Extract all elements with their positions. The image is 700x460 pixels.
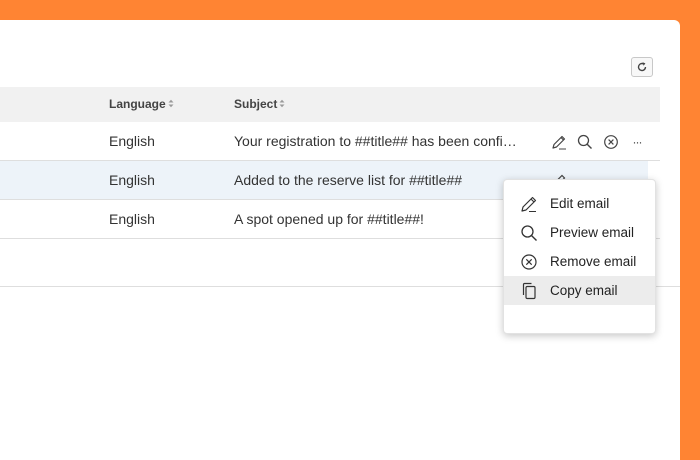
column-header-label: Language	[109, 97, 166, 111]
close-circle-icon	[604, 134, 618, 149]
search-icon	[577, 134, 592, 149]
menu-item-label: Remove email	[550, 254, 637, 269]
menu-item-copy-email[interactable]: Copy email	[504, 276, 655, 305]
subject-cell: Your registration to ##title## has been …	[234, 133, 517, 149]
menu-item-edit-email[interactable]: Edit email	[504, 189, 655, 218]
language-cell: English	[109, 172, 155, 188]
row-actions: ···	[546, 122, 650, 161]
sort-updown-icon	[168, 87, 174, 122]
table-header: Language Subject	[0, 87, 660, 122]
language-cell: English	[109, 133, 155, 149]
refresh-icon	[637, 62, 647, 72]
sort-updown-icon	[279, 87, 285, 122]
edit-button[interactable]	[546, 132, 572, 152]
column-header-label: Subject	[234, 97, 278, 111]
menu-item-remove-email[interactable]: Remove email	[504, 247, 655, 276]
column-header-subject[interactable]: Subject	[234, 87, 285, 122]
menu-item-label: Copy email	[550, 283, 618, 298]
more-button[interactable]: ···	[624, 132, 650, 152]
menu-item-label: Preview email	[550, 225, 635, 240]
preview-button[interactable]	[572, 132, 598, 152]
refresh-button[interactable]	[631, 57, 653, 77]
menu-item-label: Edit email	[550, 196, 610, 211]
close-circle-icon	[519, 252, 539, 272]
subject-cell: Added to the reserve list for ##title##	[234, 172, 463, 188]
more-icon: ···	[632, 134, 643, 149]
subject-cell: A spot opened up for ##title##!	[234, 211, 424, 227]
search-icon	[519, 223, 539, 243]
row-context-menu: Edit email Preview email Remove email Co…	[503, 179, 656, 334]
column-header-language[interactable]: Language	[109, 87, 174, 122]
copy-icon	[519, 281, 539, 301]
table-row[interactable]: English Your registration to ##title## h…	[0, 122, 660, 161]
pencil-icon	[552, 135, 566, 149]
language-cell: English	[109, 211, 155, 227]
remove-button[interactable]	[598, 132, 624, 152]
menu-item-preview-email[interactable]: Preview email	[504, 218, 655, 247]
pencil-icon	[519, 194, 539, 214]
content-panel: Language Subject English Your registrati…	[0, 20, 680, 460]
